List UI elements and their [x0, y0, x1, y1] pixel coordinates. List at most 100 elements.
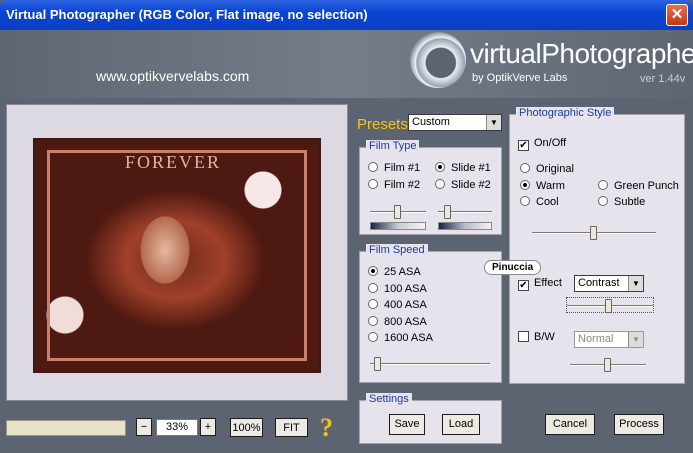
film2-label: Film #2	[384, 179, 421, 191]
logo-byline: by OptikVerve Labs	[472, 72, 568, 84]
radio-icon	[435, 179, 445, 189]
cool-radio[interactable]: Cool	[520, 196, 559, 208]
asa400-label: 400 ASA	[384, 299, 427, 311]
film1-label: Film #1	[384, 162, 421, 174]
film-gradient	[370, 222, 426, 230]
asa400-radio[interactable]: 400 ASA	[368, 299, 427, 311]
save-button[interactable]: Save	[389, 414, 425, 435]
radio-icon	[368, 299, 378, 309]
green-punch-radio[interactable]: Green Punch	[598, 180, 679, 192]
check-icon: ✔	[518, 140, 529, 151]
asa25-label: 25 ASA	[384, 266, 421, 278]
zoom-value: 33%	[156, 419, 198, 436]
bw-value: Normal	[578, 333, 614, 345]
slide2-radio[interactable]: Slide #2	[435, 179, 491, 191]
subtle-label: Subtle	[614, 196, 646, 208]
slide-slider[interactable]	[438, 204, 492, 220]
asa1600-radio[interactable]: 1600 ASA	[368, 332, 433, 344]
slide2-label: Slide #2	[451, 179, 491, 191]
film-slider[interactable]	[370, 204, 426, 220]
zoom-in-button[interactable]: +	[200, 418, 216, 436]
original-radio[interactable]: Original	[520, 163, 574, 175]
radio-icon	[368, 283, 378, 293]
film-speed-panel: Film Speed 25 ASA 100 ASA 400 ASA 800 AS…	[359, 244, 502, 383]
cool-label: Cool	[536, 196, 559, 208]
radio-icon	[598, 196, 608, 206]
check-icon: ✔	[518, 280, 529, 291]
settings-panel: Settings	[359, 393, 502, 444]
bw-label: B/W	[534, 331, 555, 343]
presets-label: Presets	[357, 116, 408, 133]
radio-icon	[520, 163, 530, 173]
bw-checkbox[interactable]: B/W	[518, 331, 555, 343]
radio-icon	[368, 332, 378, 342]
green-punch-label: Green Punch	[614, 180, 679, 192]
zoom-out-button[interactable]: −	[136, 418, 152, 436]
cancel-button[interactable]: Cancel	[545, 414, 595, 435]
radio-selected-icon	[435, 162, 445, 172]
film2-radio[interactable]: Film #2	[368, 179, 420, 191]
website-link[interactable]: www.optikvervelabs.com	[96, 68, 249, 84]
close-button[interactable]: ✕	[666, 4, 688, 26]
zoom-100-button[interactable]: 100%	[230, 418, 263, 437]
settings-title: Settings	[366, 393, 412, 405]
image-frame	[47, 150, 307, 361]
load-button[interactable]: Load	[442, 414, 480, 435]
image-caption: FOREVER	[125, 152, 222, 172]
watermark-label: Pinuccia	[484, 260, 542, 275]
asa1600-label: 1600 ASA	[384, 332, 433, 344]
style-title: Photographic Style	[516, 107, 615, 119]
bw-select: Normal ▼	[574, 331, 644, 348]
slide1-label: Slide #1	[451, 162, 491, 174]
chevron-down-icon[interactable]: ▼	[628, 276, 643, 291]
radio-selected-icon	[520, 180, 530, 190]
effect-label: Effect	[534, 277, 562, 289]
effect-select[interactable]: Contrast ▼	[574, 275, 644, 292]
progress-bar	[6, 420, 126, 436]
checkbox-icon	[518, 331, 529, 342]
onoff-checkbox[interactable]: ✔ On/Off	[518, 137, 566, 151]
subtle-radio[interactable]: Subtle	[598, 196, 645, 208]
onoff-label: On/Off	[534, 137, 567, 149]
radio-icon	[368, 162, 378, 172]
radio-icon	[368, 316, 378, 326]
process-button[interactable]: Process	[614, 414, 664, 435]
presets-value: Custom	[412, 116, 450, 128]
bw-slider[interactable]	[570, 357, 646, 373]
logo-text: virtualPhotographer	[470, 38, 693, 69]
radio-icon	[598, 180, 608, 190]
asa100-radio[interactable]: 100 ASA	[368, 283, 427, 295]
radio-selected-icon	[368, 266, 378, 276]
asa800-label: 800 ASA	[384, 316, 427, 328]
preview-image[interactable]: FOREVER	[33, 138, 321, 373]
film-type-title: Film Type	[366, 140, 420, 152]
asa800-radio[interactable]: 800 ASA	[368, 316, 427, 328]
effect-checkbox[interactable]: ✔ Effect	[518, 277, 562, 291]
presets-select[interactable]: Custom ▼	[408, 114, 502, 131]
warm-label: Warm	[536, 180, 565, 192]
logo-ring-icon	[410, 32, 466, 88]
slide1-radio[interactable]: Slide #1	[435, 162, 491, 174]
asa100-label: 100 ASA	[384, 283, 427, 295]
window-title: Virtual Photographer (RGB Color, Flat im…	[6, 7, 368, 22]
asa25-radio[interactable]: 25 ASA	[368, 266, 421, 278]
film-type-panel: Film Type Film #1 Slide #1 Film #2 Slide…	[359, 140, 502, 235]
chevron-down-icon[interactable]: ▼	[486, 115, 501, 130]
warm-radio[interactable]: Warm	[520, 180, 565, 192]
title-bar: Virtual Photographer (RGB Color, Flat im…	[0, 0, 693, 30]
radio-icon	[520, 196, 530, 206]
version-label: ver 1.44v	[640, 73, 686, 85]
effect-slider[interactable]	[566, 297, 654, 313]
effect-value: Contrast	[578, 277, 620, 289]
header-banner: www.optikvervelabs.com virtualPhotograph…	[0, 30, 693, 98]
chevron-down-icon: ▼	[628, 332, 643, 347]
help-icon[interactable]: ?	[320, 413, 333, 443]
photographic-style-panel: Photographic Style ✔ On/Off Original Warm…	[509, 107, 685, 384]
slide-gradient	[438, 222, 492, 230]
film1-radio[interactable]: Film #1	[368, 162, 420, 174]
preview-pane: FOREVER	[6, 104, 348, 401]
film-speed-slider[interactable]	[370, 356, 490, 372]
style-slider[interactable]	[532, 225, 656, 241]
zoom-fit-button[interactable]: FIT	[275, 418, 308, 437]
original-label: Original	[536, 163, 574, 175]
